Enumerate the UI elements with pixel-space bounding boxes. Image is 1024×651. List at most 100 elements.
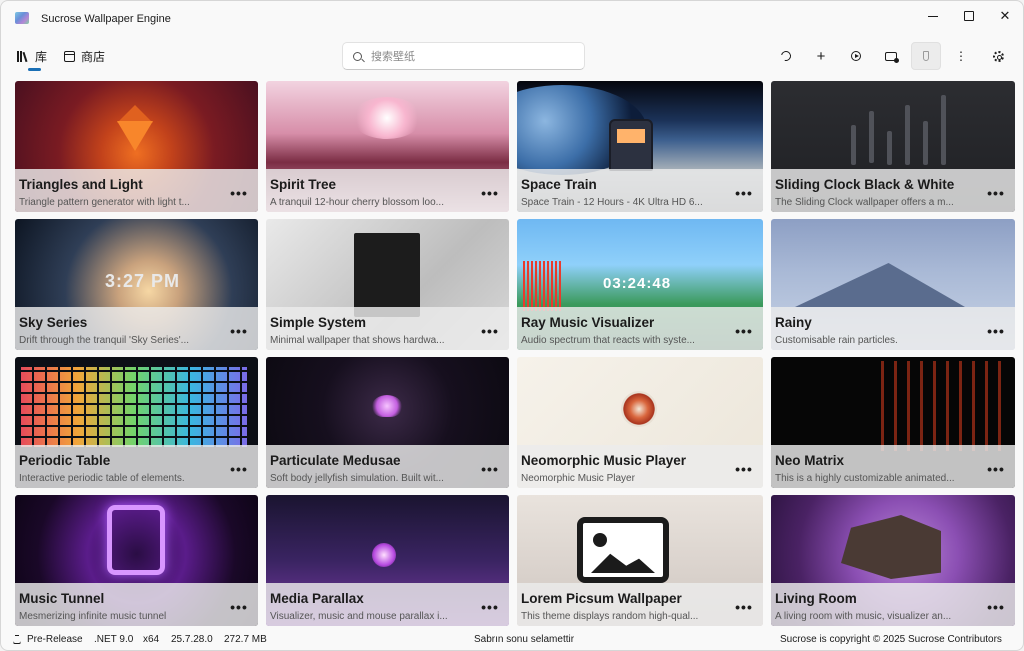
release-channel: Pre-Release [27, 634, 83, 645]
card-description: Space Train - 12 Hours - 4K Ultra HD 6..… [521, 197, 703, 208]
wallpaper-card[interactable]: Living Room A living room with music, vi… [771, 495, 1015, 626]
wallpaper-card[interactable]: Triangles and Light Triangle pattern gen… [15, 81, 258, 212]
tab-store[interactable]: 商店 [64, 47, 105, 65]
wallpaper-card[interactable]: Spirit Tree A tranquil 12-hour cherry bl… [266, 81, 509, 212]
more-options-button[interactable]: ••• [735, 600, 753, 614]
more-options-button[interactable]: ••• [230, 186, 248, 200]
close-button[interactable]: ✕ [987, 1, 1023, 31]
card-title: Spirit Tree [270, 177, 337, 192]
card-description: Soft body jellyfish simulation. Built wi… [270, 473, 444, 484]
card-title: Rainy [775, 315, 812, 330]
card-description: Triangle pattern generator with light t.… [19, 197, 190, 208]
maximize-icon [964, 11, 974, 21]
more-options-button[interactable]: ••• [735, 324, 753, 338]
wallpaper-card[interactable]: Space Train Space Train - 12 Hours - 4K … [517, 81, 763, 212]
more-options-button[interactable]: ••• [481, 324, 499, 338]
copyright-text: Sucrose is copyright © 2025 Sucrose Cont… [780, 634, 1002, 645]
card-title: Space Train [521, 177, 597, 192]
maximize-button[interactable] [951, 1, 987, 31]
more-options-button[interactable]: ••• [987, 186, 1005, 200]
app-logo-icon [15, 12, 29, 24]
more-options-button[interactable]: ••• [230, 462, 248, 476]
wallpaper-card[interactable]: Lorem Picsum Wallpaper This theme displa… [517, 495, 763, 626]
card-title: Sliding Clock Black & White [775, 177, 955, 192]
wallpaper-card[interactable]: Simple System Minimal wallpaper that sho… [266, 219, 509, 350]
wallpaper-card[interactable]: Media Parallax Visualizer, music and mou… [266, 495, 509, 626]
flask-icon [13, 635, 21, 644]
window-title: Sucrose Wallpaper Engine [41, 13, 171, 25]
card-description: Visualizer, music and mouse parallax i..… [270, 611, 448, 622]
card-description: Interactive periodic table of elements. [19, 473, 185, 484]
card-description: Neomorphic Music Player [521, 473, 635, 484]
wallpaper-card[interactable]: Rainy Customisable rain particles. ••• [771, 219, 1015, 350]
card-description: Customisable rain particles. [775, 335, 898, 346]
more-options-button[interactable]: ••• [481, 186, 499, 200]
wallpaper-card[interactable]: Periodic Table Interactive periodic tabl… [15, 357, 258, 488]
card-description: This is a highly customizable animated..… [775, 473, 955, 484]
tab-library[interactable]: 库 [17, 47, 47, 65]
customize-button[interactable] [911, 42, 941, 70]
more-options-button[interactable]: ••• [481, 600, 499, 614]
wallpaper-card[interactable]: 3:27 PM Sky Series Drift through the tra… [15, 219, 258, 350]
card-description: Minimal wallpaper that shows hardwa... [270, 335, 445, 346]
add-icon: + [816, 47, 826, 65]
architecture: x64 [143, 634, 160, 645]
play-button[interactable] [841, 42, 871, 70]
card-description: This theme displays random high-qual... [521, 611, 699, 622]
tab-library-label: 库 [35, 49, 48, 64]
wallpaper-card[interactable]: Sliding Clock Black & White The Sliding … [771, 81, 1015, 212]
card-title: Simple System [270, 315, 367, 330]
wallpaper-card[interactable]: Particulate Medusae Soft body jellyfish … [266, 357, 509, 488]
wallpaper-card[interactable]: 03:24:48 Ray Music Visualizer Audio spec… [517, 219, 763, 350]
more-options-button[interactable]: ••• [481, 462, 499, 476]
title-bar: Sucrose Wallpaper Engine ✕ [1, 1, 1023, 33]
history-button[interactable] [771, 42, 801, 70]
card-description: A living room with music, visualizer an.… [775, 611, 952, 622]
thumbnail-clock-text: 3:27 PM [105, 271, 181, 291]
display-button[interactable] [876, 42, 906, 70]
card-title: Neomorphic Music Player [521, 453, 687, 468]
screen-icon [885, 51, 899, 63]
card-title: Music Tunnel [19, 591, 105, 606]
wallpaper-card[interactable]: Neo Matrix This is a highly customizable… [771, 357, 1015, 488]
more-options-button[interactable]: ••• [987, 324, 1005, 338]
add-button[interactable]: + [806, 42, 836, 70]
card-title: Media Parallax [270, 591, 364, 606]
more-options-button[interactable]: ••• [230, 600, 248, 614]
more-button[interactable]: ⋮ [946, 42, 976, 70]
minimize-button[interactable] [915, 1, 951, 31]
card-title: Triangles and Light [19, 177, 143, 192]
settings-icon [992, 50, 1004, 62]
brush-icon [923, 51, 929, 61]
status-bar: Pre-Release .NET 9.0 x64 25.7.28.0 272.7… [1, 629, 1023, 650]
card-title: Sky Series [19, 315, 88, 330]
status-message: Sabrın sonu selamettir [474, 634, 575, 645]
thumbnail-time-text: 03:24:48 [603, 275, 672, 292]
more-options-button[interactable]: ••• [735, 462, 753, 476]
card-title: Lorem Picsum Wallpaper [521, 591, 682, 606]
card-title: Neo Matrix [775, 453, 845, 468]
wallpaper-card[interactable]: Music Tunnel Mesmerizing infinite music … [15, 495, 258, 626]
card-description: Mesmerizing infinite music tunnel [19, 611, 167, 622]
more-options-button[interactable]: ••• [987, 462, 1005, 476]
app-version: 25.7.28.0 [171, 634, 213, 645]
search-input[interactable] [371, 49, 571, 63]
framework-version: .NET 9.0 [94, 634, 134, 645]
play-icon [851, 51, 861, 61]
card-title: Ray Music Visualizer [521, 315, 655, 330]
card-title: Periodic Table [19, 453, 111, 468]
more-options-button[interactable]: ••• [987, 600, 1005, 614]
more-options-button[interactable]: ••• [735, 186, 753, 200]
card-description: A tranquil 12-hour cherry blossom loo... [270, 197, 444, 208]
wallpaper-grid: Triangles and Light Triangle pattern gen… [15, 81, 1015, 627]
search-box[interactable] [342, 42, 585, 70]
more-options-button[interactable]: ••• [230, 324, 248, 338]
card-description: Audio spectrum that reacts with syste... [521, 335, 695, 346]
history-icon [779, 49, 793, 63]
library-icon [17, 50, 29, 62]
wallpaper-card[interactable]: Neomorphic Music Player Neomorphic Music… [517, 357, 763, 488]
image-icon [577, 517, 669, 583]
settings-button[interactable] [983, 42, 1013, 70]
app-window: Sucrose Wallpaper Engine ✕ 库 商店 + ⋮ Tria… [0, 0, 1024, 651]
memory-usage: 272.7 MB [224, 634, 267, 645]
